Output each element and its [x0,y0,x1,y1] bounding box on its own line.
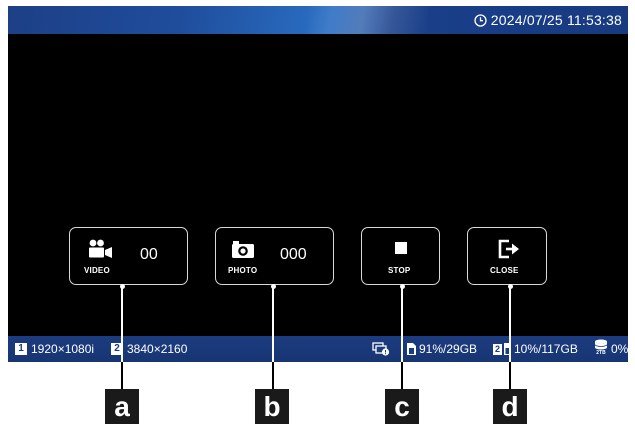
photo-camera-icon [232,241,254,258]
callout-b-line [272,287,274,362]
network-warning-status [372,342,390,356]
callout-c-line [401,287,403,362]
stop-button[interactable]: STOP [361,227,440,285]
callout-label-d: d [493,389,527,424]
callout-b-line-outer [272,362,274,389]
video-camera-icon [89,239,112,258]
storage-1-usage: 91%/29GB [419,342,478,356]
drive-status: 2TB 0% [594,339,628,357]
storage-2-index: 2 [493,343,502,355]
photo-count: 000 [280,246,307,263]
drive-usage: 0% [611,342,628,356]
storage-2-usage: 10%/117GB [514,342,578,356]
exit-icon [498,239,519,259]
close-label: CLOSE [490,266,519,275]
output-1-index: 1 [15,343,27,355]
output-1-resolution: 1920×1080i [31,342,95,356]
video-count: 00 [140,246,158,263]
callout-a-line-outer [121,362,123,389]
photo-capture-button[interactable]: PHOTO 000 [215,227,334,285]
clock-icon [474,13,487,27]
drive-icon: 2TB [594,339,608,357]
callout-label-c: c [385,389,419,424]
status-bar: 1 1920×1080i 2 3840×2160 91%/29GB 2 10%/… [8,336,628,362]
callout-d-line [509,287,511,362]
output-1-status: 1 1920×1080i [15,342,94,356]
storage-2-status: 2 10%/117GB [493,342,578,356]
callout-label-a: a [105,389,139,424]
callout-d-line-outer [509,362,511,389]
callout-label-b: b [255,389,289,424]
top-bar: 2024/07/25 11:53:38 [8,6,628,34]
top-bar-sheen [308,6,428,34]
storage-1-status: 91%/29GB [406,342,477,356]
close-button[interactable]: CLOSE [467,227,547,285]
network-warning-icon [372,342,390,356]
callout-c-line-outer [401,362,403,389]
datetime-display: 2024/07/25 11:53:38 [474,10,622,30]
device-screen: 2024/07/25 11:53:38 VIDEO 00 PHOTO 000 S… [8,6,628,362]
figure: 2024/07/25 11:53:38 VIDEO 00 PHOTO 000 S… [0,0,635,424]
datetime-text: 2024/07/25 11:53:38 [490,12,622,28]
photo-label: PHOTO [228,266,258,275]
drive-capacity-label: 2TB [596,350,606,356]
output-2-resolution: 3840×2160 [127,342,188,356]
callout-a-line [121,287,123,362]
video-record-button[interactable]: VIDEO 00 [69,227,188,285]
stop-icon [395,242,407,254]
video-label: VIDEO [84,266,110,275]
stop-label: STOP [388,266,411,275]
sd-card-icon [407,343,416,355]
